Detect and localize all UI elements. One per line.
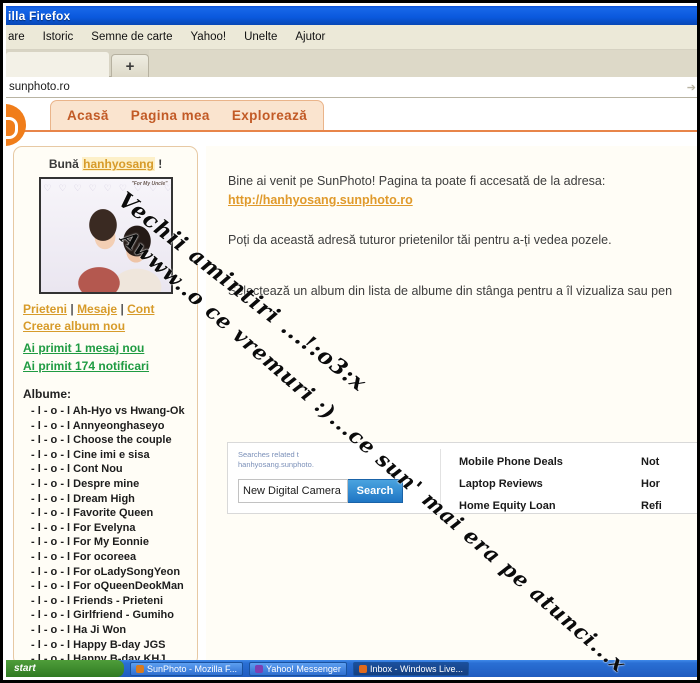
windows-taskbar: start SunPhoto - Mozilla F... Yahoo! Mes… bbox=[6, 660, 697, 677]
ad-search-widget: Searches related t hanhyosang.sunphoto. … bbox=[227, 442, 697, 514]
go-arrow-icon[interactable]: ➔ bbox=[687, 81, 696, 94]
select-album-text: Selectează un album din lista de albume … bbox=[228, 284, 673, 298]
sidebar-link-mesaje[interactable]: Mesaje bbox=[77, 302, 117, 316]
welcome-text: Bine ai venit pe SunPhoto! Pagina ta poa… bbox=[228, 174, 606, 188]
ad-related-line2: hanhyosang.sunphoto. bbox=[238, 460, 314, 469]
menu-item-semne-de-carte[interactable]: Semne de carte bbox=[82, 31, 181, 43]
tab-strip-empty-area bbox=[149, 50, 697, 77]
nav-item-pagina-mea[interactable]: Pagina mea bbox=[131, 108, 210, 123]
list-item[interactable]: - l - o - l Favorite Queen bbox=[23, 506, 188, 521]
list-item[interactable]: - l - o - l For ocoreea bbox=[23, 550, 188, 565]
taskbar-button-label: Yahoo! Messenger bbox=[266, 663, 341, 674]
list-item[interactable]: - l - o - l For oQueenDeokMan bbox=[23, 579, 188, 594]
menu-item-istoric[interactable]: Istoric bbox=[34, 31, 83, 43]
main-content: Bine ai venit pe SunPhoto! Pagina ta poa… bbox=[206, 146, 697, 666]
ad-related-label: Searches related t hanhyosang.sunphoto. bbox=[238, 450, 440, 470]
yahoo-messenger-icon bbox=[255, 664, 264, 673]
page-content: Acasă Pagina mea Explorează Bună hanhyos… bbox=[6, 98, 697, 667]
share-text: Poți da această adresă tuturor prietenil… bbox=[228, 233, 612, 247]
window-title-bar: illa Firefox bbox=[6, 6, 697, 25]
start-button[interactable]: start bbox=[6, 660, 124, 677]
greeting-prefix: Bună bbox=[48, 157, 79, 171]
album-list: - l - o - l Ah-Hyo vs Hwang-Ok - l - o -… bbox=[23, 404, 188, 665]
profile-photo-image bbox=[40, 179, 171, 292]
menu-item-fisiere[interactable]: are bbox=[6, 31, 34, 43]
menu-bar: are Istoric Semne de carte Yahoo! Unelte… bbox=[6, 25, 697, 50]
search-button[interactable]: Search bbox=[348, 479, 403, 503]
sidebar-link-cont[interactable]: Cont bbox=[127, 302, 154, 316]
tab-strip: + bbox=[6, 50, 697, 78]
list-item[interactable]: - l - o - l For Evelyna bbox=[23, 521, 188, 536]
list-item[interactable]: - l - o - l For My Eonnie bbox=[23, 535, 188, 550]
list-item[interactable]: - l - o - l Despre mine bbox=[23, 477, 188, 492]
tab-active[interactable] bbox=[6, 52, 109, 78]
profile-photo[interactable]: ♡♡♡♡♡♡♡♡♡♡♡♡♡♡♡♡♡♡♡♡♡♡♡♡♡♡♡♡♡♡♡♡♡♡♡♡♡♡♡♡… bbox=[38, 177, 173, 294]
ad-link-laptop-reviews[interactable]: Laptop Reviews bbox=[459, 473, 641, 495]
list-item[interactable]: - l - o - l Choose the couple bbox=[23, 433, 188, 448]
albums-heading: Albume: bbox=[23, 387, 71, 401]
list-item[interactable]: - l - o - l For oLadySongYeon bbox=[23, 565, 188, 580]
notice-notifications-link[interactable]: Ai primit 174 notificari bbox=[23, 359, 149, 373]
taskbar-button-windows-live[interactable]: Inbox - Windows Live... bbox=[352, 661, 469, 676]
list-item[interactable]: - l - o - l Friends - Prieteni bbox=[23, 594, 188, 609]
greeting: Bună hanhyosang ! bbox=[23, 157, 188, 171]
site-navigation: Acasă Pagina mea Explorează bbox=[6, 98, 697, 132]
greeting-suffix: ! bbox=[158, 157, 163, 171]
ad-link-mobile-phone-deals[interactable]: Mobile Phone Deals bbox=[459, 451, 641, 473]
new-tab-button[interactable]: + bbox=[111, 54, 149, 77]
list-item[interactable]: - l - o - l Dream High bbox=[23, 492, 188, 507]
taskbar-button-yahoo-messenger[interactable]: Yahoo! Messenger bbox=[249, 661, 347, 676]
photo-caption: "For My Uncle" bbox=[131, 181, 168, 187]
nav-item-acasa[interactable]: Acasă bbox=[67, 108, 109, 123]
list-item[interactable]: - l - o - l Ha Ji Won bbox=[23, 623, 188, 638]
list-item[interactable]: - l - o - l Girlfriend - Gumiho bbox=[23, 608, 188, 623]
taskbar-button-label: SunPhoto - Mozilla F... bbox=[147, 663, 238, 674]
ad-link-col2-1[interactable]: Not bbox=[641, 451, 697, 473]
list-item[interactable]: - l - o - l Happy B-day JGS bbox=[23, 638, 188, 653]
menu-item-yahoo[interactable]: Yahoo! bbox=[181, 31, 235, 43]
sidebar-sep-2: | bbox=[120, 302, 124, 316]
sidebar-link-creare-album[interactable]: Creare album nou bbox=[23, 319, 125, 333]
ad-link-col2-2[interactable]: Hor bbox=[641, 473, 697, 495]
search-input[interactable]: New Digital Camera bbox=[238, 479, 348, 503]
username-link[interactable]: hanhyosang bbox=[82, 157, 155, 171]
taskbar-button-firefox[interactable]: SunPhoto - Mozilla F... bbox=[130, 661, 244, 676]
sidebar: Bună hanhyosang ! ♡♡♡♡♡♡♡♡♡♡♡♡♡♡♡♡♡♡♡♡♡♡… bbox=[13, 146, 198, 666]
taskbar-button-label: Inbox - Windows Live... bbox=[369, 663, 463, 674]
profile-url-link[interactable]: http://hanhyosang.sunphoto.ro bbox=[228, 193, 413, 207]
ad-links-column-2: Not Hor Refi bbox=[641, 451, 697, 513]
site-nav-tabs: Acasă Pagina mea Explorează bbox=[50, 100, 325, 130]
ad-search-panel: Searches related t hanhyosang.sunphoto. … bbox=[228, 443, 440, 513]
browser-window: illa Firefox are Istoric Semne de carte … bbox=[0, 0, 700, 683]
window-title-text: illa Firefox bbox=[8, 8, 71, 23]
list-item[interactable]: - l - o - l Ah-Hyo vs Hwang-Ok bbox=[23, 404, 188, 419]
ad-link-home-equity-loan[interactable]: Home Equity Loan bbox=[459, 495, 641, 517]
list-item[interactable]: - l - o - l Cont Nou bbox=[23, 462, 188, 477]
sidebar-link-prieteni[interactable]: Prieteni bbox=[23, 302, 67, 316]
list-item[interactable]: - l - o - l Annyeonghaseyo bbox=[23, 419, 188, 434]
windows-live-icon bbox=[358, 664, 367, 673]
url-text[interactable]: sunphoto.ro bbox=[9, 81, 70, 93]
address-bar[interactable]: sunphoto.ro ➔ bbox=[6, 77, 697, 98]
sidebar-sep-1: | bbox=[70, 302, 74, 316]
ad-links-column-1: Mobile Phone Deals Laptop Reviews Home E… bbox=[459, 451, 641, 513]
menu-item-ajutor[interactable]: Ajutor bbox=[286, 31, 334, 43]
sidebar-links: Prieteni | Mesaje | Cont Creare album no… bbox=[23, 301, 188, 335]
firefox-icon bbox=[136, 664, 144, 673]
list-item[interactable]: - l - o - l Cine imi e sisa bbox=[23, 448, 188, 463]
ad-links-panel: Mobile Phone Deals Laptop Reviews Home E… bbox=[441, 443, 697, 513]
ad-related-line1: Searches related t bbox=[238, 450, 299, 459]
menu-item-unelte[interactable]: Unelte bbox=[235, 31, 286, 43]
notice-new-message-link[interactable]: Ai primit 1 mesaj nou bbox=[23, 341, 144, 355]
ad-link-col2-3[interactable]: Refi bbox=[641, 495, 697, 517]
sidebar-notices: Ai primit 1 mesaj nou Ai primit 174 noti… bbox=[23, 339, 188, 375]
nav-item-exploreaza[interactable]: Explorează bbox=[232, 108, 307, 123]
search-row: New Digital Camera Search bbox=[238, 479, 440, 503]
